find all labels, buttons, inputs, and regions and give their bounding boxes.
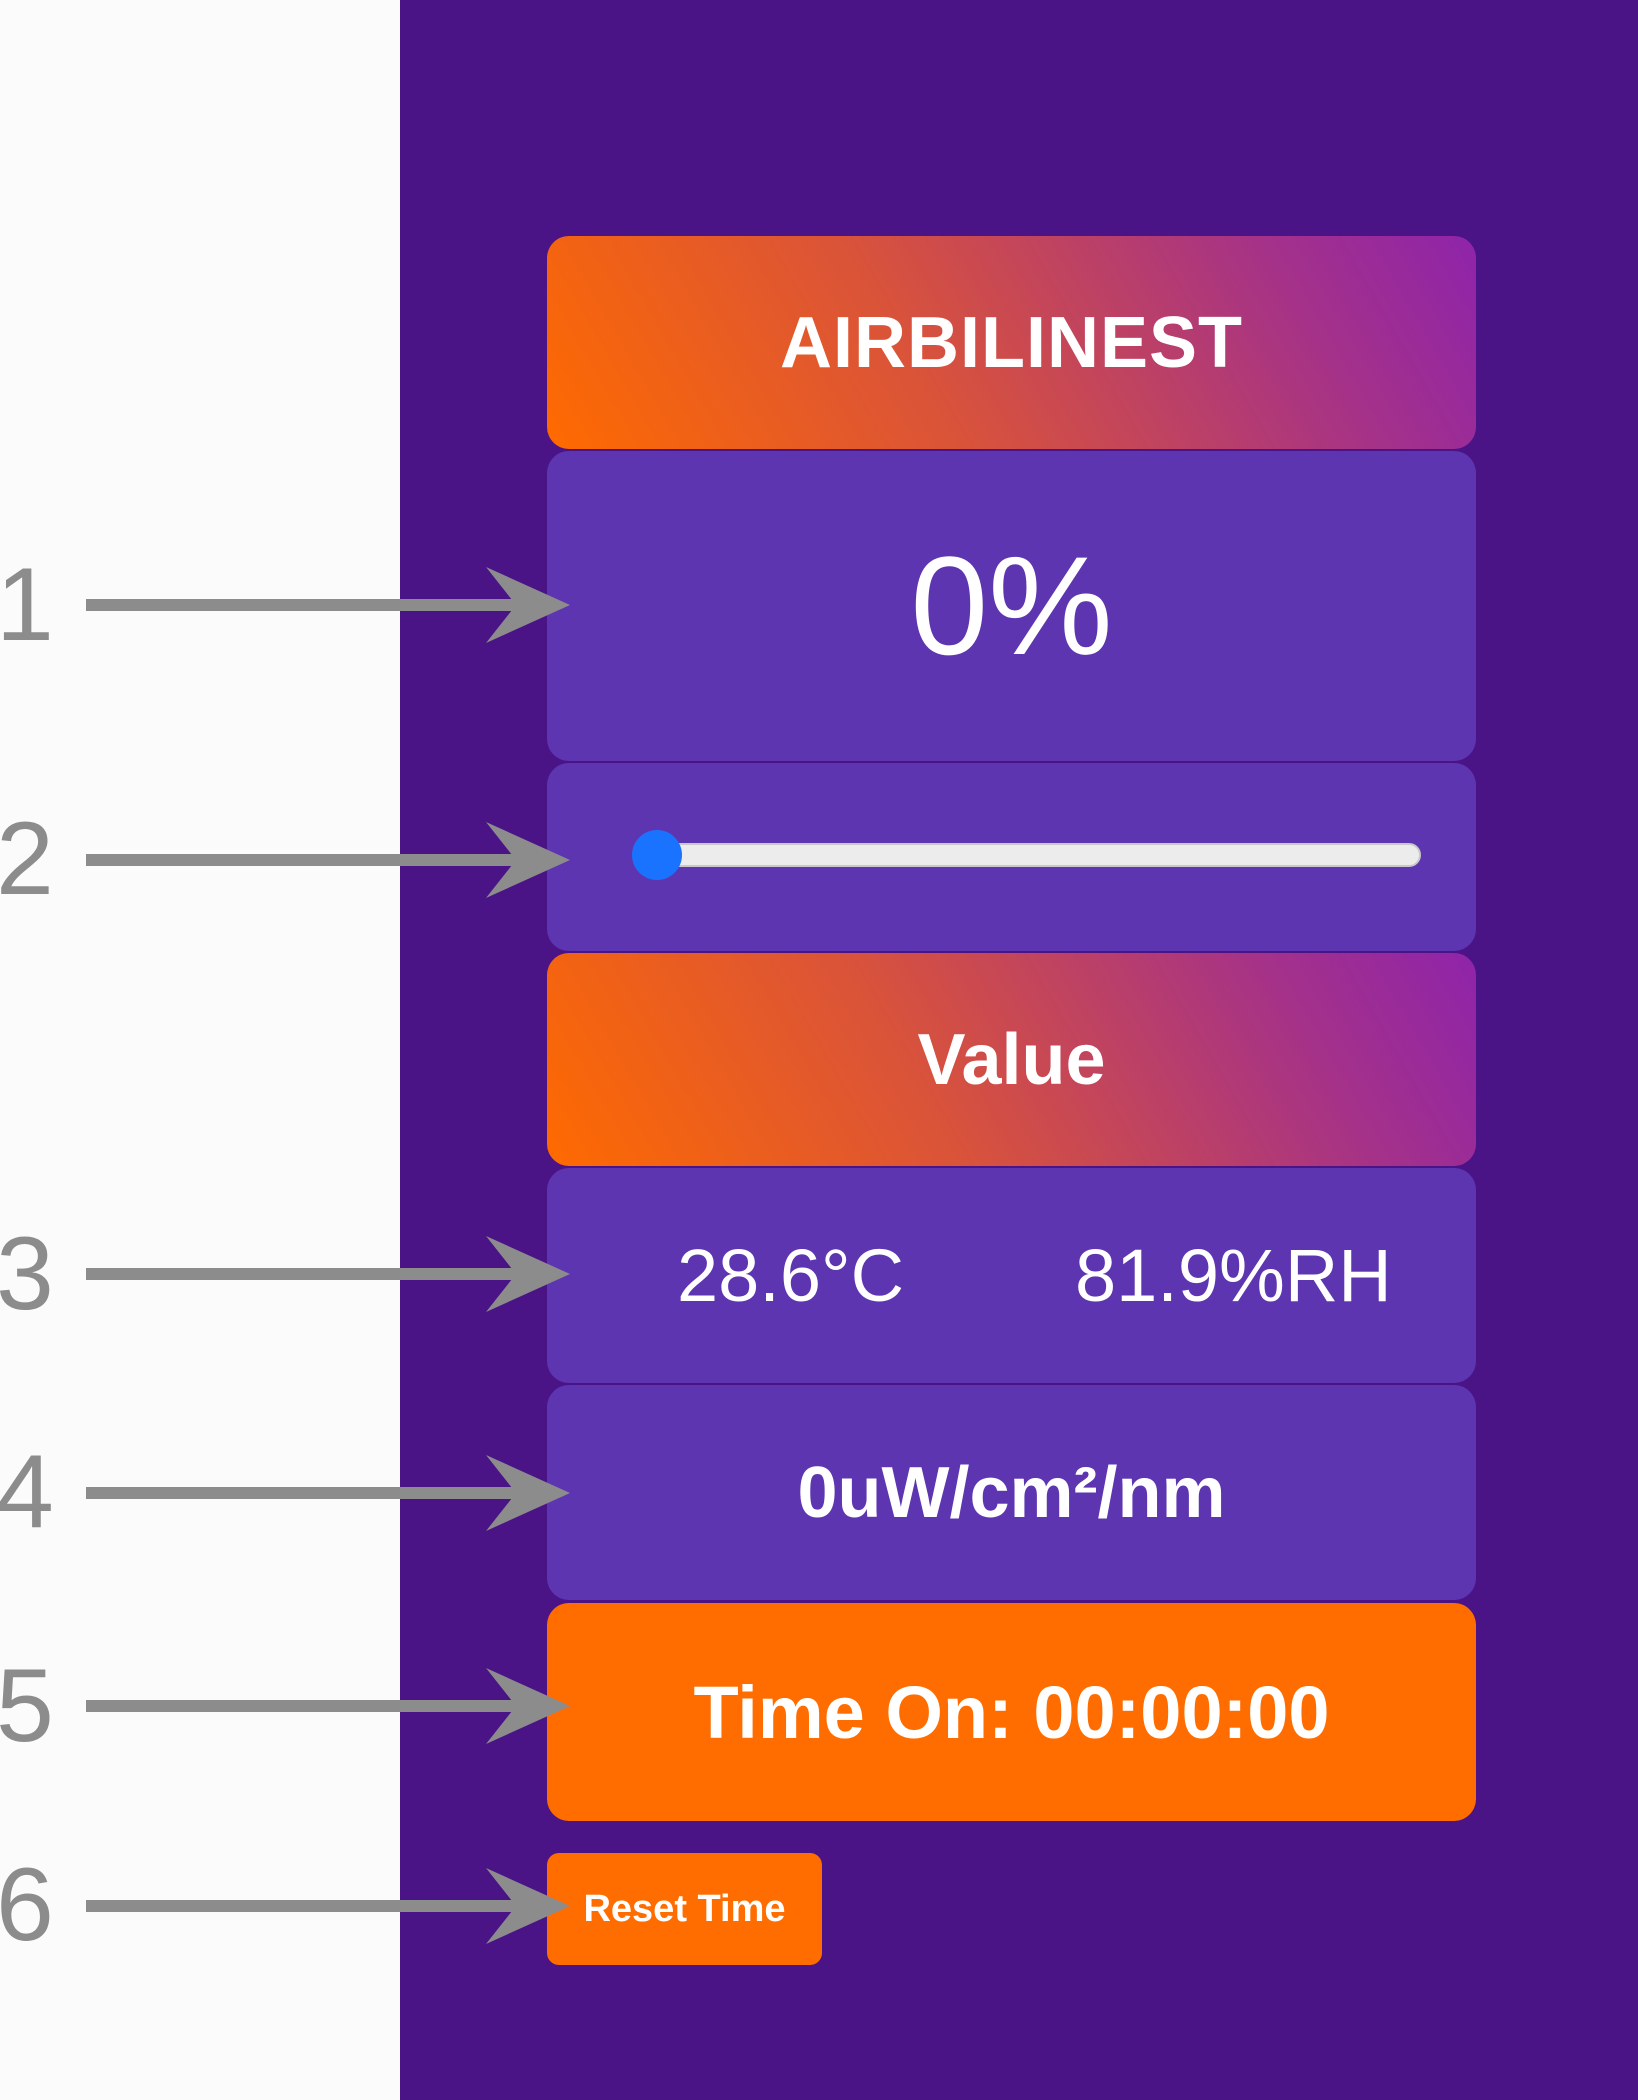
value-label: Value xyxy=(917,1019,1106,1100)
slider-card xyxy=(547,763,1476,951)
humidity-reading: 81.9%RH xyxy=(1075,1234,1392,1317)
arrow-right-icon xyxy=(86,567,570,643)
irradiance-readout-card: 0uW/cm²/nm xyxy=(547,1385,1476,1600)
percent-display: 0% xyxy=(910,527,1113,684)
value-header: Value xyxy=(547,953,1476,1166)
environment-readout-card: 28.6°C 81.9%RH xyxy=(547,1168,1476,1383)
app-title: AIRBILINEST xyxy=(779,302,1243,383)
callout-number-3: 3 xyxy=(0,1216,54,1332)
temperature-reading: 28.6°C xyxy=(677,1234,905,1317)
callout-number-4: 4 xyxy=(0,1434,54,1550)
irradiance-reading: 0uW/cm²/nm xyxy=(797,1452,1226,1533)
time-on-card: Time On: 00:00:00 xyxy=(547,1603,1476,1821)
arrow-right-icon xyxy=(86,1455,570,1531)
app-title-banner: AIRBILINEST xyxy=(547,236,1476,449)
percent-display-card: 0% xyxy=(547,451,1476,761)
arrow-right-icon xyxy=(86,1236,570,1312)
arrow-right-icon xyxy=(86,822,570,898)
arrow-right-icon xyxy=(86,1868,570,1944)
callout-number-6: 6 xyxy=(0,1847,54,1963)
arrow-right-icon xyxy=(86,1668,570,1744)
intensity-slider-track[interactable] xyxy=(642,843,1421,867)
callout-number-5: 5 xyxy=(0,1648,54,1764)
callout-number-2: 2 xyxy=(0,801,54,917)
callout-number-1: 1 xyxy=(0,547,54,663)
intensity-slider-thumb[interactable] xyxy=(632,830,682,880)
reset-time-button[interactable]: Reset Time xyxy=(547,1853,822,1965)
time-on-display: Time On: 00:00:00 xyxy=(693,1670,1330,1754)
